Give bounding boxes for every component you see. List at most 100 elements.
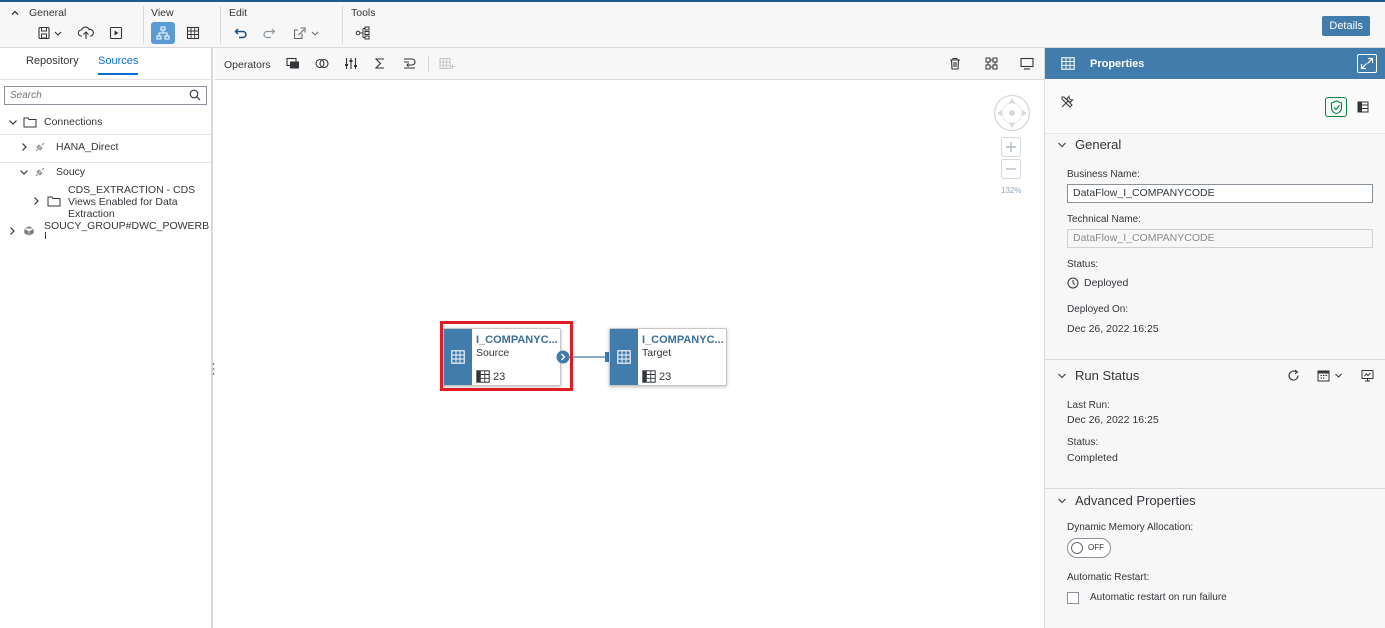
general-section-header[interactable]: General	[1057, 137, 1121, 152]
dynamic-memory-toggle[interactable]: OFF	[1067, 538, 1111, 558]
tree-item-connections[interactable]: Connections	[0, 114, 211, 135]
advanced-section-title: Advanced Properties	[1075, 493, 1196, 508]
properties-panel: Properties General Business Name: DataFl…	[1044, 48, 1385, 628]
tab-sources[interactable]: Sources	[98, 55, 139, 75]
folder-icon	[23, 117, 37, 128]
search-field[interactable]	[4, 86, 207, 105]
export-icon	[293, 27, 319, 40]
columns-panel-icon[interactable]	[1357, 101, 1369, 113]
collapse-toolbar-icon[interactable]	[10, 7, 20, 19]
tree-item-label: Soucy	[56, 166, 86, 178]
trash-icon	[950, 57, 960, 70]
search-icon[interactable]	[189, 89, 201, 101]
monitor-run-icon[interactable]	[1361, 369, 1374, 382]
tools-icon[interactable]	[1060, 95, 1074, 109]
run-button[interactable]	[105, 22, 127, 44]
tree-item-label-line: I	[44, 230, 47, 242]
projection-button[interactable]	[286, 57, 300, 70]
delete-button[interactable]	[949, 57, 961, 70]
tree-item-soucy[interactable]: Soucy	[0, 164, 211, 184]
expand-icon	[1360, 57, 1374, 70]
dynamic-memory-label: Dynamic Memory Allocation:	[1067, 522, 1194, 533]
column-count: 23	[642, 370, 671, 383]
tree-item-label: SOUCY_GROUP#DWC_POWERB I	[44, 220, 209, 242]
tab-repository[interactable]: Repository	[26, 55, 79, 67]
advanced-section-header[interactable]: Advanced Properties	[1057, 493, 1196, 508]
preview-button[interactable]	[1020, 57, 1034, 70]
tree-item-label-line: Views Enabled for Data	[68, 196, 178, 208]
run-icon	[109, 26, 123, 40]
auto-restart-checkbox-label[interactable]: Automatic restart on run failure	[1090, 592, 1227, 603]
search-input[interactable]	[5, 87, 180, 104]
add-table-button[interactable]	[439, 57, 455, 70]
column-count-value: 23	[659, 370, 672, 383]
chevron-down-icon[interactable]	[7, 116, 19, 128]
tree-item-label: CDS_EXTRACTION - CDS Views Enabled for D…	[68, 184, 195, 220]
chevron-right-icon[interactable]	[6, 225, 18, 237]
tree-item-label-line: CDS_EXTRACTION - CDS	[68, 184, 196, 196]
chevron-right-icon[interactable]	[18, 141, 30, 153]
tree-item-hana-direct[interactable]: HANA_Direct	[0, 139, 211, 163]
deploy-button[interactable]	[75, 22, 97, 44]
source-browser-panel: Repository Sources Connections HANA_Dire…	[0, 48, 213, 628]
zoom-level: 132%	[1001, 186, 1022, 195]
run-status-section-title: Run Status	[1075, 368, 1140, 383]
export-menu-button[interactable]	[291, 22, 323, 44]
script-button[interactable]	[403, 57, 417, 70]
general-section-title: General	[1075, 137, 1122, 152]
union-button[interactable]	[344, 57, 358, 70]
join-button[interactable]	[315, 57, 329, 70]
diagram-view-button[interactable]	[151, 22, 175, 44]
hierarchy-icon	[156, 26, 170, 40]
connection-icon	[35, 167, 45, 177]
run-status-label: Status:	[1067, 437, 1099, 448]
table-view-button[interactable]	[182, 22, 204, 44]
tree-item-label: Connections	[44, 116, 103, 128]
run-status-section-header[interactable]: Run Status	[1057, 368, 1139, 383]
deployed-on-value: Dec 26, 2022 16:25	[1067, 323, 1159, 335]
run-status-value: Completed	[1067, 452, 1118, 464]
script-icon	[404, 58, 416, 69]
chevron-down-icon	[1058, 498, 1066, 503]
validation-button[interactable]	[1325, 97, 1347, 117]
refresh-icon[interactable]	[1287, 369, 1300, 382]
clock-icon	[1067, 277, 1079, 289]
folder-icon	[47, 196, 61, 207]
operators-label: Operators	[224, 59, 271, 71]
undo-button[interactable]	[231, 22, 251, 44]
tree-item-cds-extraction[interactable]: CDS_EXTRACTION - CDS Views Enabled for D…	[0, 184, 211, 220]
target-node[interactable]: I_COMPANYC... Target 23	[609, 328, 727, 386]
pan-control-icon[interactable]	[993, 94, 1031, 132]
redo-icon	[263, 28, 276, 39]
schedule-menu-button[interactable]	[1317, 369, 1343, 382]
table-icon	[1061, 57, 1075, 70]
business-name-input[interactable]: DataFlow_I_COMPANYCODE	[1067, 184, 1373, 203]
space-cube-icon	[23, 225, 35, 237]
details-button[interactable]: Details	[1322, 16, 1370, 36]
view-group-label: View	[151, 7, 174, 19]
redo-button[interactable]	[259, 22, 279, 44]
projection-icon	[286, 57, 299, 69]
expand-panel-button[interactable]	[1357, 54, 1377, 73]
auto-restart-checkbox[interactable]	[1067, 592, 1079, 604]
chevron-down-icon	[1058, 142, 1066, 147]
auto-layout-button[interactable]	[985, 57, 998, 70]
deployed-on-label: Deployed On:	[1067, 304, 1129, 315]
properties-title: Properties	[1090, 58, 1145, 70]
zoom-out-icon[interactable]	[1001, 159, 1021, 179]
technical-name-label: Technical Name:	[1067, 214, 1141, 225]
deployment-status: Deployed	[1067, 277, 1128, 289]
table-icon	[186, 26, 200, 40]
chevron-down-icon[interactable]	[18, 166, 30, 178]
chevron-right-icon[interactable]	[30, 195, 42, 207]
zoom-in-icon[interactable]	[1001, 137, 1021, 157]
impact-lineage-button[interactable]	[353, 22, 373, 44]
chevron-down-icon	[1058, 373, 1066, 378]
node-title: I_COMPANYC...	[642, 334, 724, 346]
monitor-icon	[1020, 57, 1034, 70]
aggregation-button[interactable]	[374, 57, 386, 70]
tree-item-soucy-group[interactable]: SOUCY_GROUP#DWC_POWERB I	[0, 220, 211, 244]
save-menu-button[interactable]	[35, 22, 65, 44]
diagram-canvas[interactable]: 132% I_COMPANYC... Source 23 I_COMPANYC.…	[215, 80, 1044, 628]
cloud-upload-icon	[78, 26, 94, 39]
